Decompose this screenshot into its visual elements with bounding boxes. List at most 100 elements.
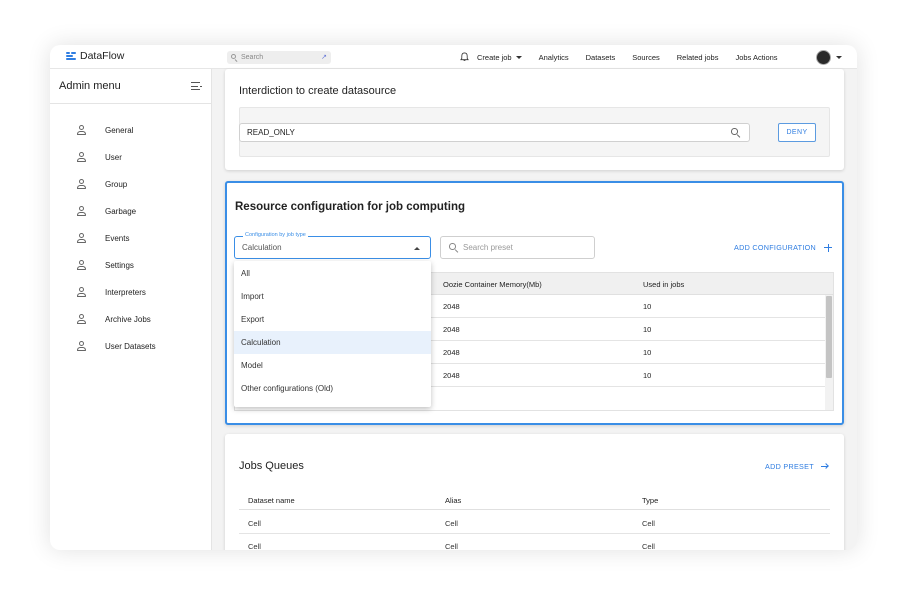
user-icon — [76, 179, 86, 189]
sidebar-item-general[interactable]: General — [76, 123, 206, 137]
user-icon — [76, 314, 86, 324]
user-icon — [76, 260, 86, 270]
chevron-down-icon — [515, 55, 522, 59]
sidebar-item-settings[interactable]: Settings — [76, 258, 206, 272]
user-icon — [76, 152, 86, 162]
table-scrollbar-thumb[interactable] — [826, 296, 832, 378]
global-search-input[interactable]: Search ↗ — [227, 51, 331, 64]
jobs-queues-card: Jobs Queues ADD PRESET Dataset name Alia… — [225, 434, 844, 550]
pin-icon[interactable]: ↗ — [321, 53, 327, 61]
column-header[interactable]: Dataset name — [248, 496, 295, 505]
add-configuration-button[interactable]: ADD CONFIGURATION — [734, 243, 833, 252]
chevron-down-icon[interactable] — [836, 56, 842, 59]
dataflow-logo-icon — [66, 52, 76, 60]
queues-table-header: Dataset name Alias Type — [239, 488, 830, 510]
admin-sidebar: Admin menu General User Group Garbage Ev… — [50, 69, 212, 550]
dropdown-option-other-old[interactable]: Other configurations (Old) — [234, 377, 431, 400]
sidebar-item-label: User Datasets — [105, 341, 156, 351]
sidebar-item-label: Archive Jobs — [105, 314, 151, 324]
user-icon — [76, 287, 86, 297]
avatar[interactable] — [816, 50, 831, 65]
cell-memory: 2048 — [443, 371, 460, 380]
cell-memory: 2048 — [443, 348, 460, 357]
job-type-select-value: Calculation — [242, 243, 282, 252]
deny-button[interactable]: DENY — [778, 123, 816, 142]
sidebar-item-events[interactable]: Events — [76, 231, 206, 245]
interdiction-input[interactable]: READ_ONLY — [239, 123, 750, 142]
sidebar-item-label: Settings — [105, 260, 134, 270]
job-type-dropdown: All Import Export Calculation Model Othe… — [234, 261, 431, 407]
interdiction-title: Interdiction to create datasource — [239, 85, 397, 97]
top-navbar: DataFlow Search ↗ Create job Analytics D… — [50, 45, 857, 69]
cell-memory: 2048 — [443, 325, 460, 334]
sidebar-item-label: General — [105, 125, 134, 135]
sidebar-item-label: User — [105, 152, 122, 162]
resource-config-title: Resource configuration for job computing — [235, 201, 465, 213]
search-icon — [231, 54, 238, 62]
add-preset-button[interactable]: ADD PRESET — [765, 462, 829, 471]
sidebar-divider — [50, 103, 212, 104]
job-type-select[interactable]: Configuration by job type Calculation — [234, 232, 431, 259]
arrow-right-icon — [820, 463, 829, 470]
sidebar-item-group[interactable]: Group — [76, 177, 206, 191]
cell-dataset-name: Cell — [248, 542, 261, 550]
global-search-placeholder: Search — [241, 54, 264, 61]
user-icon — [76, 341, 86, 351]
dropdown-option-export[interactable]: Export — [234, 308, 431, 331]
table-row[interactable]: Cell Cell Cell — [239, 511, 830, 534]
search-icon[interactable] — [731, 128, 740, 138]
sidebar-item-label: Interpreters — [105, 287, 146, 297]
cell-alias: Cell — [445, 542, 458, 550]
jobs-queues-title: Jobs Queues — [239, 460, 304, 472]
column-header[interactable]: Alias — [445, 496, 461, 505]
table-row[interactable]: Cell Cell Cell — [239, 534, 830, 550]
nav-create-job[interactable]: Create job — [477, 53, 522, 62]
column-header[interactable]: Type — [642, 496, 658, 505]
brand-name: DataFlow — [80, 50, 125, 62]
cell-used-in-jobs: 10 — [643, 371, 652, 380]
column-header[interactable]: Used in jobs — [643, 280, 684, 289]
brand[interactable]: DataFlow — [66, 50, 124, 62]
sidebar-item-label: Garbage — [105, 206, 137, 216]
nav-sources[interactable]: Sources — [632, 53, 660, 62]
sidebar-item-user-datasets[interactable]: User Datasets — [76, 339, 206, 353]
preset-search-input[interactable]: Search preset — [440, 236, 595, 259]
nav-jobs-actions[interactable]: Jobs Actions — [735, 53, 777, 62]
sidebar-item-garbage[interactable]: Garbage — [76, 204, 206, 218]
plus-icon — [824, 243, 833, 252]
nav-links: Create job Analytics Datasets Sources Re… — [460, 45, 795, 69]
nav-related-jobs[interactable]: Related jobs — [677, 53, 719, 62]
cell-used-in-jobs: 10 — [643, 302, 652, 311]
add-configuration-label: ADD CONFIGURATION — [734, 243, 817, 252]
user-icon — [76, 125, 86, 135]
cell-used-in-jobs: 10 — [643, 325, 652, 334]
dropdown-option-all[interactable]: All — [234, 262, 431, 285]
user-icon — [76, 206, 86, 216]
bell-icon[interactable] — [460, 52, 469, 62]
dropdown-option-calculation[interactable]: Calculation — [234, 331, 431, 354]
user-icon — [76, 233, 86, 243]
resource-config-card: Resource configuration for job computing… — [225, 181, 844, 425]
sidebar-title: Admin menu — [59, 80, 121, 92]
dropdown-option-import[interactable]: Import — [234, 285, 431, 308]
job-type-select-label: Configuration by job type — [243, 232, 308, 238]
search-icon — [449, 243, 458, 253]
cell-dataset-name: Cell — [248, 519, 261, 528]
sidebar-item-label: Events — [105, 233, 130, 243]
collapse-menu-icon[interactable] — [191, 82, 202, 90]
sidebar-item-archive-jobs[interactable]: Archive Jobs — [76, 312, 206, 326]
cell-memory: 2048 — [443, 302, 460, 311]
preset-search-placeholder: Search preset — [463, 243, 513, 252]
cell-type: Cell — [642, 542, 655, 550]
nav-datasets[interactable]: Datasets — [586, 53, 616, 62]
sidebar-item-user[interactable]: User — [76, 150, 206, 164]
interdiction-input-value: READ_ONLY — [247, 128, 295, 137]
sidebar-item-label: Group — [105, 179, 128, 189]
column-header[interactable]: Oozie Container Memory(Mb) — [443, 280, 542, 289]
interdiction-card: Interdiction to create datasource READ_O… — [225, 69, 844, 170]
sidebar-item-interpreters[interactable]: Interpreters — [76, 285, 206, 299]
cell-type: Cell — [642, 519, 655, 528]
dropdown-option-model[interactable]: Model — [234, 354, 431, 377]
nav-analytics[interactable]: Analytics — [539, 53, 569, 62]
chevron-up-icon — [414, 247, 420, 250]
